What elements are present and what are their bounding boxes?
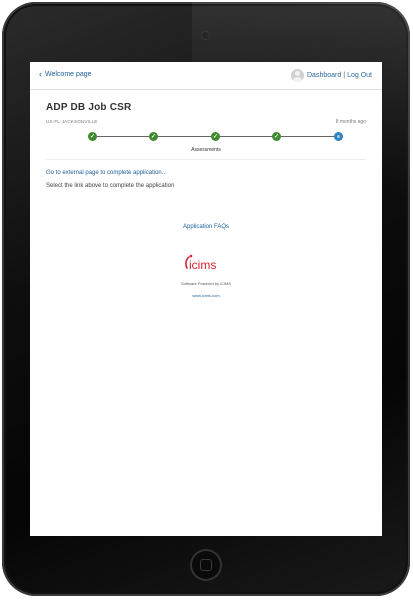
posted-timestamp: 8 months ago [335,119,366,125]
dashboard-link[interactable]: Dashboard [307,72,341,79]
progress-step-1[interactable]: ✓ [88,132,97,141]
section-divider [46,159,366,160]
app-screen: ‹ Welcome page Dashboard | Log Out ADP D… [30,62,382,536]
progress-step-4[interactable]: ✓ [272,132,281,141]
nav-separator: | [343,72,346,79]
top-navigation-bar: ‹ Welcome page Dashboard | Log Out [30,62,382,90]
back-link-label: Welcome page [45,71,92,78]
user-menu: Dashboard | Log Out [291,69,372,82]
check-icon: ✓ [273,134,280,140]
external-application-link[interactable]: Go to external page to complete applicat… [46,170,167,176]
home-button[interactable] [190,549,222,581]
page-title: ADP DB Job CSR [46,102,132,113]
application-faqs-link[interactable]: Application FAQs [30,224,382,230]
job-location: US-FL-JACKSONVILLE [46,119,98,124]
icims-logo: icims [185,254,216,272]
back-to-welcome-link[interactable]: ‹ Welcome page [39,69,92,79]
step-number: 6 [337,134,340,139]
avatar-icon[interactable] [291,69,304,82]
progress-step-current[interactable]: 6 [334,132,343,141]
powered-by-text: Software Powered by iCIMS [180,281,232,286]
front-camera [202,32,209,39]
logo-wordmark: icims [189,258,216,272]
icims-website-link[interactable]: www.icims.com [30,293,382,298]
progress-step-2[interactable]: ✓ [149,132,158,141]
check-icon: ✓ [212,134,219,140]
instructions-text: Select the link above to complete the ap… [46,183,175,189]
current-step-label: Assessments [191,147,221,153]
chevron-left-icon: ‹ [39,69,42,79]
check-icon: ✓ [150,134,157,140]
logout-link[interactable]: Log Out [347,72,372,79]
progress-step-3[interactable]: ✓ [211,132,220,141]
tablet-device-frame: ‹ Welcome page Dashboard | Log Out ADP D… [2,2,413,596]
check-icon: ✓ [89,134,96,140]
